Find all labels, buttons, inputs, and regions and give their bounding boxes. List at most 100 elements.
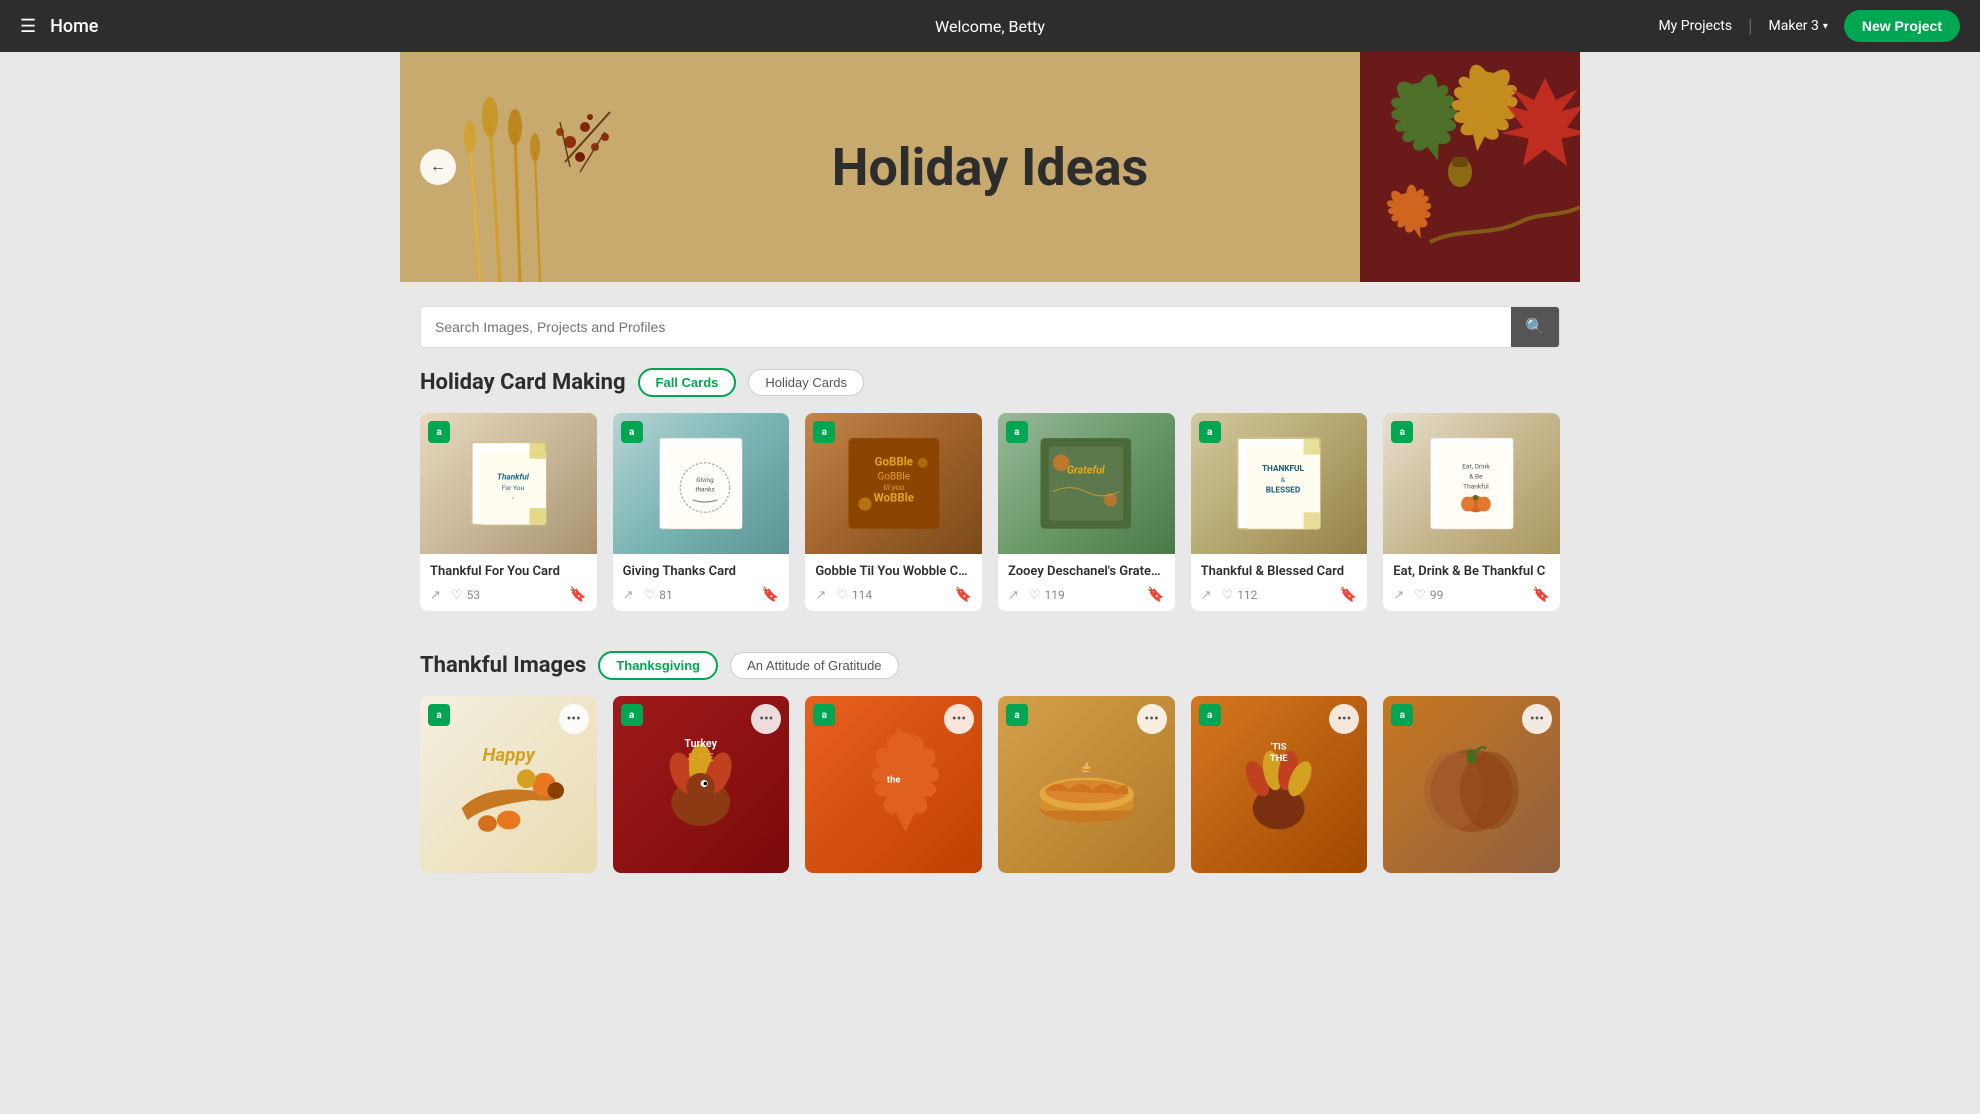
bookmark-icon[interactable]: 🔖	[762, 587, 779, 603]
new-project-button[interactable]: New Project	[1844, 10, 1960, 42]
heart-icon[interactable]: ♡	[1029, 588, 1041, 603]
card-badge: a	[621, 421, 643, 443]
card-name: Zooey Deschanel's Grateful ...	[1008, 564, 1165, 579]
image-card-image: a •••	[1383, 696, 1560, 873]
card-name: Giving Thanks Card	[623, 564, 780, 579]
card-actions: ↗ ♡ 99 🔖	[1393, 587, 1550, 603]
header-right: My Projects | Maker 3 ▾ New Project	[1658, 10, 1960, 42]
svg-text:Thankful: Thankful	[497, 473, 530, 483]
image-card-image: Happy	[420, 696, 597, 873]
search-wrapper: 🔍	[420, 306, 1560, 348]
card-badge: a	[813, 421, 835, 443]
image-card-item[interactable]: the a •••	[805, 696, 982, 873]
header-welcome: Welcome, Betty	[935, 17, 1045, 36]
image-more-menu[interactable]: •••	[1137, 704, 1167, 734]
search-button[interactable]: 🔍	[1511, 307, 1559, 347]
card-badge: a	[1391, 421, 1413, 443]
hero-back-button[interactable]: ←	[420, 149, 456, 185]
maker-selector[interactable]: Maker 3 ▾	[1769, 18, 1828, 34]
search-section: 🔍	[420, 282, 1560, 368]
back-arrow-icon: ←	[430, 158, 446, 176]
like-group: ♡ 119	[1029, 588, 1065, 603]
search-icon: 🔍	[1525, 319, 1545, 336]
card-item[interactable]: Giving thanks a Giving Thanks Card	[613, 413, 790, 611]
share-icon[interactable]: ↗	[1008, 588, 1019, 603]
svg-text:WoBBle: WoBBle	[873, 491, 913, 505]
image-badge: a	[813, 704, 835, 726]
hero-banner: ← Holiday Ideas	[400, 52, 1580, 282]
share-icon[interactable]: ↗	[815, 588, 826, 603]
bookmark-icon[interactable]: 🔖	[1533, 587, 1550, 603]
card-info: Eat, Drink & Be Thankful C ↗ ♡ 99	[1383, 554, 1560, 611]
card-info: Giving Thanks Card ↗ ♡ 81	[613, 554, 790, 611]
like-count: 99	[1430, 588, 1444, 602]
header-left: ☰ Home	[20, 16, 98, 37]
hero-title: Holiday Ideas	[832, 137, 1149, 198]
image-badge: a	[1006, 704, 1028, 726]
heart-icon[interactable]: ♡	[836, 588, 848, 603]
heart-icon[interactable]: ♡	[1414, 588, 1426, 603]
section-header-holiday: Holiday Card Making Fall Cards Holiday C…	[420, 368, 1560, 397]
card-item[interactable]: Thankful For You • a Thankful For You Ca…	[420, 413, 597, 611]
share-group: ↗	[815, 588, 826, 603]
svg-text:& PIE: & PIE	[688, 751, 713, 764]
main-content: 🔍 Holiday Card Making Fall Cards Holiday…	[400, 282, 1580, 873]
bookmark-icon[interactable]: 🔖	[1147, 587, 1164, 603]
heart-icon[interactable]: ♡	[1222, 588, 1234, 603]
svg-text:GoBBle: GoBBle	[874, 455, 912, 469]
header-divider: |	[1748, 16, 1752, 37]
svg-text:Thankful: Thankful	[1463, 483, 1489, 491]
svg-text:Eat, Drink: Eat, Drink	[1462, 463, 1490, 471]
share-icon[interactable]: ↗	[623, 588, 634, 603]
like-count: 119	[1045, 588, 1065, 602]
tag-fall-cards[interactable]: Fall Cards	[638, 368, 737, 397]
card-badge: a	[428, 421, 450, 443]
image-card-item[interactable]: Turkey & PIE a •••	[613, 696, 790, 873]
svg-text:Giving: Giving	[696, 476, 714, 484]
heart-icon[interactable]: ♡	[644, 588, 656, 603]
bookmark-icon[interactable]: 🔖	[1340, 587, 1357, 603]
images-grid-thankful: Happy	[420, 696, 1560, 873]
image-card-item[interactable]: a •••	[1383, 696, 1560, 873]
like-count: 53	[467, 588, 481, 602]
card-actions: ↗ ♡ 53 🔖	[430, 587, 587, 603]
card-item[interactable]: GoBBle GoBBle til you WoBBle a	[805, 413, 982, 611]
image-card-image: the a •••	[805, 696, 982, 873]
image-card-item[interactable]: 'TIS THE a •••	[1191, 696, 1368, 873]
svg-text:•: •	[511, 496, 513, 502]
cards-grid-holiday: Thankful For You • a Thankful For You Ca…	[420, 413, 1560, 611]
share-icon[interactable]: ↗	[430, 588, 441, 603]
hero-wrapper: ← Holiday Ideas	[0, 52, 1980, 282]
card-item[interactable]: THANKFUL & BLESSED a Thankful & Blessed …	[1191, 413, 1368, 611]
tag-thanksgiving[interactable]: Thanksgiving	[598, 651, 718, 680]
search-input[interactable]	[421, 309, 1511, 345]
card-name: Thankful For You Card	[430, 564, 587, 579]
tag-holiday-cards[interactable]: Holiday Cards	[748, 369, 864, 396]
image-card-item[interactable]: 🥧 a •••	[998, 696, 1175, 873]
card-item[interactable]: Grateful a Zooey Deschanel's Grateful ..…	[998, 413, 1175, 611]
card-image-wrapper: Thankful For You • a	[420, 413, 597, 554]
image-more-menu[interactable]: •••	[559, 704, 589, 734]
card-image-wrapper: Grateful a	[998, 413, 1175, 554]
heart-icon[interactable]: ♡	[451, 588, 463, 603]
thankful-images-section: Thankful Images Thanksgiving An Attitude…	[420, 651, 1560, 873]
hero-leaves-decoration	[1260, 52, 1580, 282]
my-projects-link[interactable]: My Projects	[1658, 18, 1732, 34]
card-actions: ↗ ♡ 112 🔖	[1201, 587, 1358, 603]
svg-text:THE: THE	[1270, 753, 1288, 764]
share-icon[interactable]: ↗	[1201, 588, 1212, 603]
section-title-thankful: Thankful Images	[420, 653, 586, 678]
share-group: ↗	[1201, 588, 1212, 603]
like-group: ♡ 114	[836, 588, 872, 603]
share-group: ↗	[1008, 588, 1019, 603]
share-icon[interactable]: ↗	[1393, 588, 1404, 603]
card-item[interactable]: Eat, Drink & Be Thankful	[1383, 413, 1560, 611]
tag-attitude-gratitude[interactable]: An Attitude of Gratitude	[730, 652, 898, 679]
hamburger-icon[interactable]: ☰	[20, 16, 36, 37]
bookmark-icon[interactable]: 🔖	[955, 587, 972, 603]
image-card-item[interactable]: Happy	[420, 696, 597, 873]
bookmark-icon[interactable]: 🔖	[569, 587, 586, 603]
svg-text:the: the	[887, 774, 901, 785]
card-info: Zooey Deschanel's Grateful ... ↗ ♡ 119	[998, 554, 1175, 611]
card-name: Thankful & Blessed Card	[1201, 564, 1358, 579]
